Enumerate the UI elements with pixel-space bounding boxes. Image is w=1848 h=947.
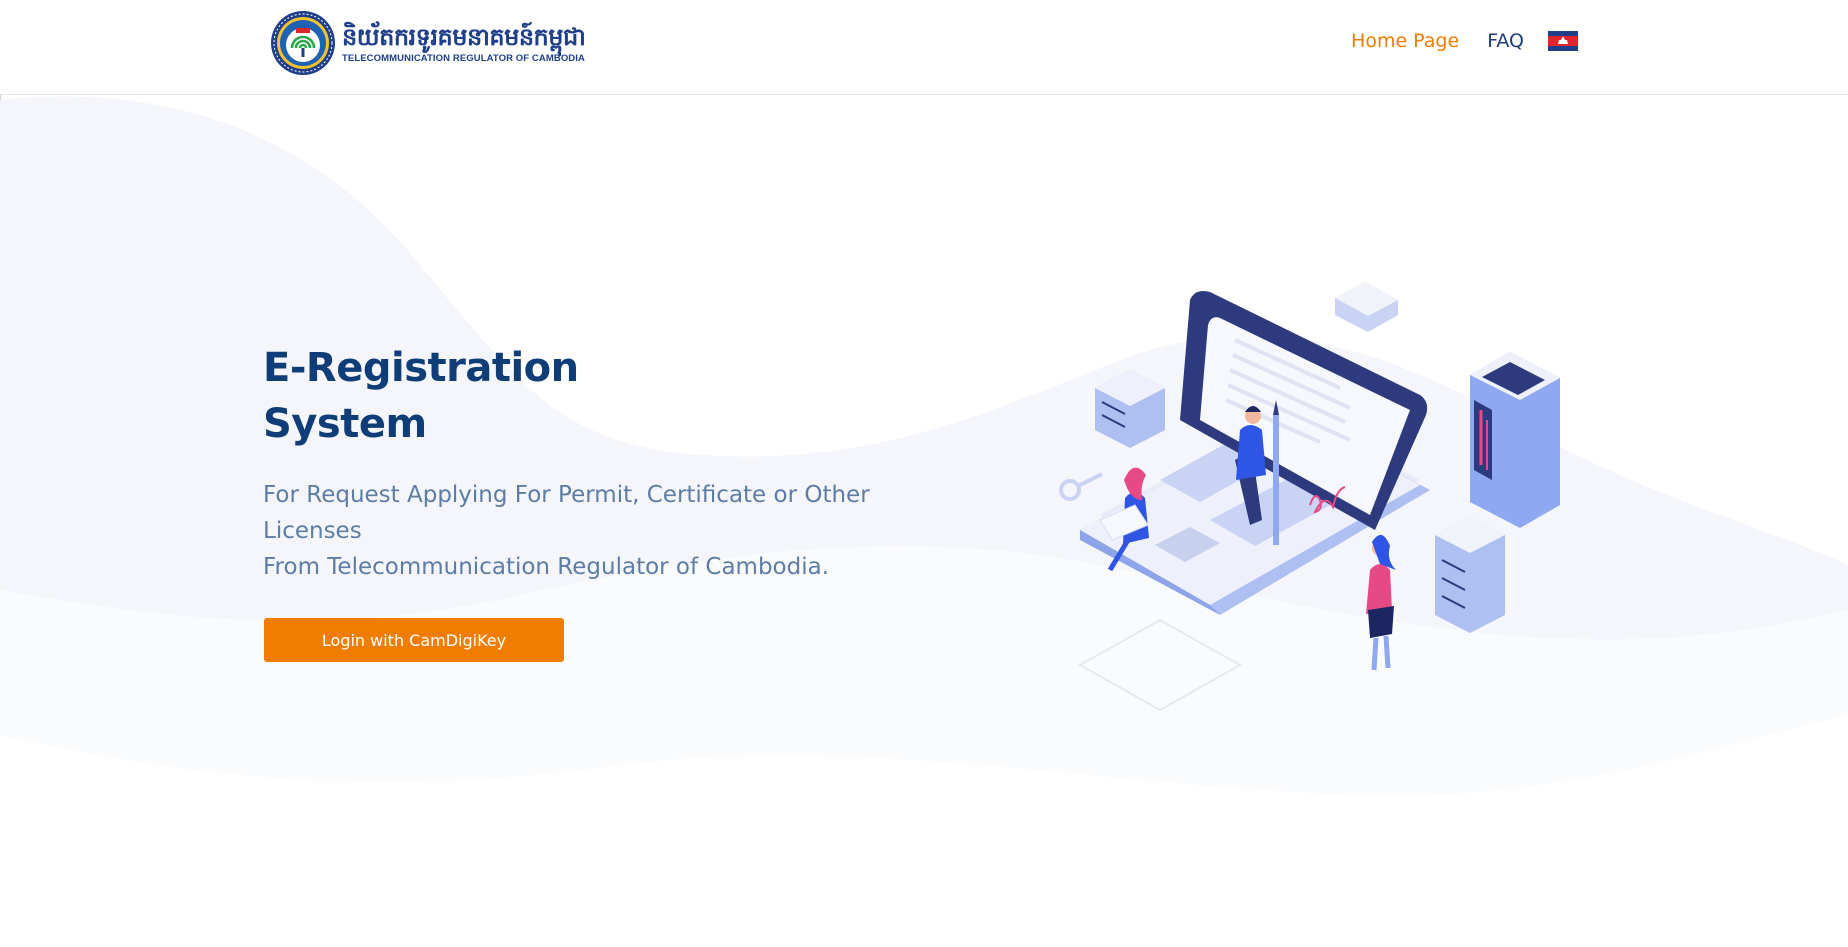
trc-logo[interactable]: និយ័តករទូរគមនាគមន៍កម្ពុជា TELECOMMUNICAT… xyxy=(270,10,586,76)
title-line-1: E-Registration xyxy=(263,345,579,391)
main-nav: Home Page FAQ xyxy=(1351,30,1578,52)
title-line-2: System xyxy=(263,401,427,447)
nav-faq-link[interactable]: FAQ xyxy=(1487,30,1524,52)
e-signature-illustration xyxy=(1059,282,1560,712)
logo-khmer-name: និយ័តករទូរគមនាគមន៍កម្ពុជា xyxy=(342,21,586,51)
page-title: E-Registration System xyxy=(263,340,579,452)
description-line-2: From Telecommunication Regulator of Camb… xyxy=(263,554,830,580)
description-line-1: For Request Applying For Permit, Certifi… xyxy=(263,482,870,544)
trc-seal-icon xyxy=(271,11,335,75)
cambodia-flag-icon[interactable] xyxy=(1548,31,1578,51)
top-navbar: និយ័តករទូរគមនាគមន៍កម្ពុជា TELECOMMUNICAT… xyxy=(0,0,1848,95)
logo-english-name: TELECOMMUNICATION REGULATOR OF CAMBODIA xyxy=(342,52,585,64)
login-camdigikey-button[interactable]: Login with CamDigiKey xyxy=(264,618,564,662)
hero-description: For Request Applying For Permit, Certifi… xyxy=(263,477,903,585)
logo-text: និយ័តករទូរគមនាគមន៍កម្ពុជា TELECOMMUNICAT… xyxy=(342,21,586,64)
nav-home-link[interactable]: Home Page xyxy=(1351,30,1459,52)
